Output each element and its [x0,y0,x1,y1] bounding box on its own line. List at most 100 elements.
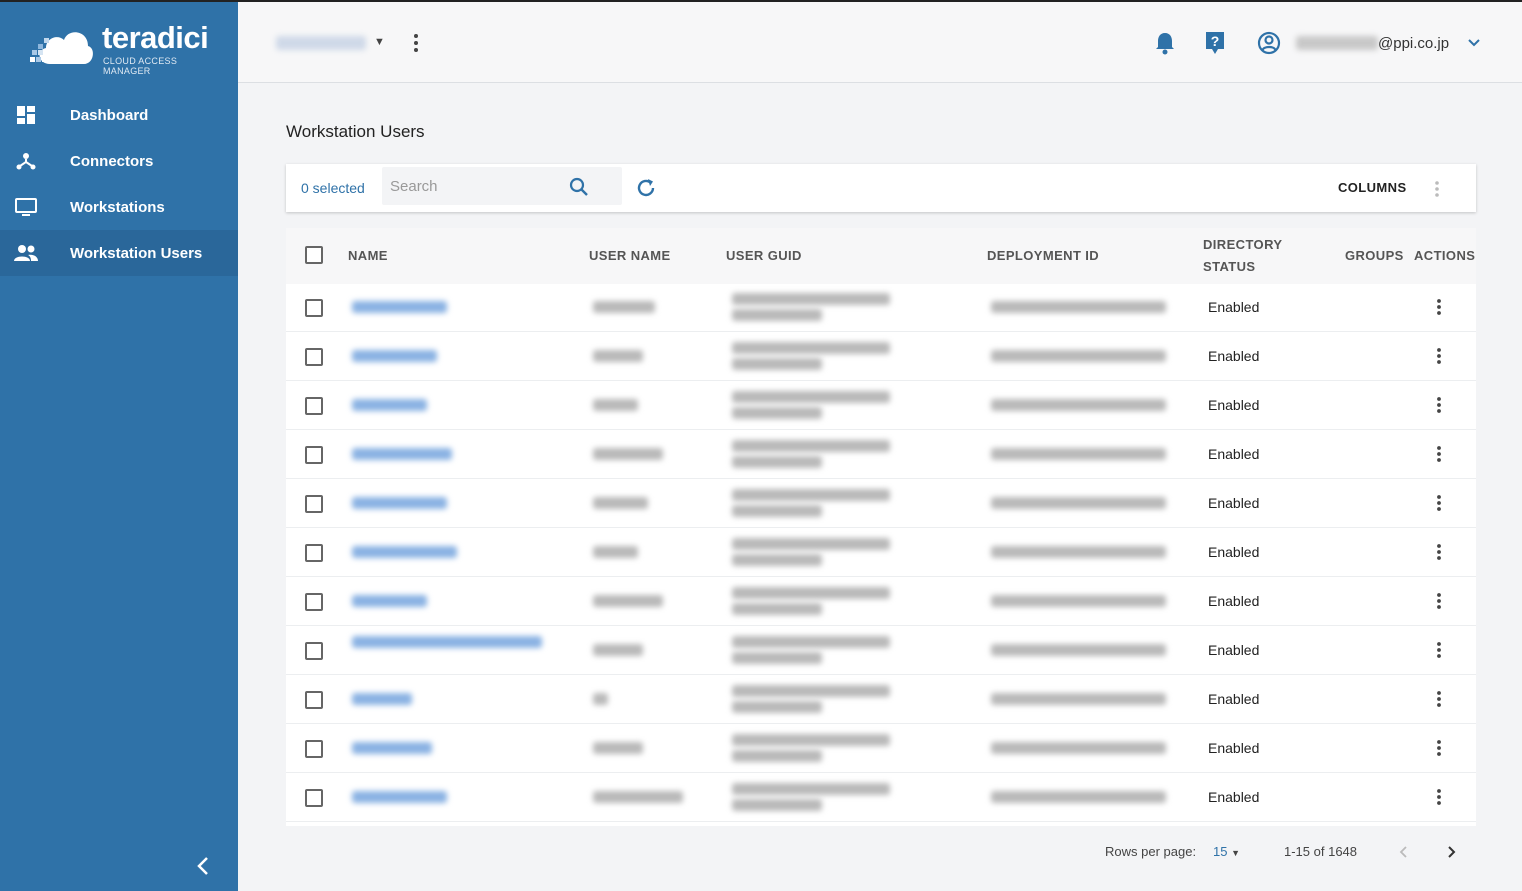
header-deployment-id[interactable]: DEPLOYMENT ID [987,248,1099,263]
row-actions-button[interactable] [1434,395,1444,415]
kebab-icon [414,34,418,52]
row-actions-button[interactable] [1434,787,1444,807]
user-email[interactable]: @ppi.co.jp [1296,30,1456,56]
redacted-user-guid [732,407,822,419]
user-name-link[interactable] [352,497,447,509]
refresh-button[interactable] [635,177,657,199]
svg-text:?: ? [1211,33,1220,49]
row-checkbox[interactable] [305,495,323,513]
kebab-icon [1437,593,1441,609]
bell-icon [1156,33,1174,55]
row-actions-button[interactable] [1434,640,1444,660]
redacted-user-guid [732,783,890,795]
redacted-user-guid [732,391,890,403]
directory-status: Enabled [1208,691,1260,707]
account-button[interactable] [1256,30,1282,56]
user-name-link[interactable] [352,595,427,607]
selected-count: 0 selected [301,180,365,196]
notifications-button[interactable] [1152,30,1178,56]
row-actions-button[interactable] [1434,297,1444,317]
directory-status: Enabled [1208,299,1260,315]
directory-status: Enabled [1208,397,1260,413]
caret-down-icon: ▼ [1231,848,1241,858]
row-actions-button[interactable] [1434,689,1444,709]
redacted-user-guid [732,554,822,566]
user-name-link[interactable] [352,399,427,411]
redacted-deployment-id [991,448,1166,460]
sidebar-item-label: Workstations [70,198,165,216]
users-table: NAME USER NAME USER GUID DEPLOYMENT ID D… [286,228,1476,826]
user-name-link[interactable] [352,636,542,648]
header-groups[interactable]: GROUPS [1345,248,1404,263]
row-checkbox[interactable] [305,642,323,660]
toolbar-more-button[interactable] [1432,179,1442,199]
teradici-logo[interactable]: teradici CLOUD ACCESS MANAGER [28,20,218,76]
user-name-link[interactable] [352,791,447,803]
user-name-link[interactable] [352,448,452,460]
organization-select[interactable]: ▼ [276,31,388,55]
header-directory-status[interactable]: DIRECTORY [1203,237,1282,252]
select-all-checkbox[interactable] [305,246,323,264]
row-checkbox[interactable] [305,691,323,709]
sidebar-item-workstations[interactable]: Workstations [0,184,238,230]
user-name-link[interactable] [352,742,432,754]
sidebar-item-connectors[interactable]: Connectors [0,138,238,184]
user-name-link[interactable] [352,301,447,313]
previous-page-button[interactable] [1394,842,1414,862]
row-checkbox[interactable] [305,299,323,317]
user-name-link[interactable] [352,693,412,705]
row-actions-button[interactable] [1434,444,1444,464]
redacted-user-guid [732,293,890,305]
directory-status: Enabled [1208,495,1260,511]
redacted-username [593,595,663,607]
columns-button[interactable]: COLUMNS [1338,180,1407,195]
row-checkbox[interactable] [305,397,323,415]
collapse-sidebar-button[interactable] [192,854,216,878]
caret-down-icon: ▼ [374,36,385,48]
kebab-icon [1437,397,1441,413]
sidebar-item-label: Connectors [70,152,154,170]
row-actions-button[interactable] [1434,591,1444,611]
header-user-guid[interactable]: USER GUID [726,248,802,263]
redacted-username [1296,36,1378,50]
kebab-icon [1437,642,1441,658]
page-title: Workstation Users [286,122,425,141]
sidebar-item-dashboard[interactable]: Dashboard [0,92,238,138]
users-icon [14,241,38,265]
user-menu-toggle[interactable] [1464,32,1484,52]
row-actions-button[interactable] [1434,738,1444,758]
redacted-user-guid [732,603,822,615]
table-row: Enabled [286,332,1476,381]
redacted-user-guid [732,489,890,501]
user-name-link[interactable] [352,350,437,362]
next-page-button[interactable] [1441,842,1461,862]
rows-per-page-value: 15 [1213,844,1228,859]
header-name[interactable]: NAME [348,248,388,263]
refresh-icon [637,179,655,197]
row-checkbox[interactable] [305,544,323,562]
sidebar-item-workstation-users[interactable]: Workstation Users [0,230,238,276]
row-checkbox[interactable] [305,740,323,758]
row-actions-button[interactable] [1434,346,1444,366]
user-name-link[interactable] [352,546,457,558]
user-email-domain: @ppi.co.jp [1378,35,1450,52]
redacted-username [593,693,608,705]
redacted-deployment-id [991,595,1166,607]
rows-per-page-label: Rows per page: [1105,844,1197,859]
more-options-button[interactable] [410,32,422,54]
redacted-user-guid [732,440,890,452]
header-directory-status-line2[interactable]: STATUS [1203,259,1255,274]
row-actions-button[interactable] [1434,493,1444,513]
redacted-deployment-id [991,497,1166,509]
row-actions-button[interactable] [1434,542,1444,562]
search-button[interactable] [569,177,589,197]
row-checkbox[interactable] [305,446,323,464]
header-user-name[interactable]: USER NAME [589,248,671,263]
search-input[interactable] [382,167,562,205]
rows-per-page-select[interactable]: 15 ▼ [1213,844,1240,859]
row-checkbox[interactable] [305,348,323,366]
row-checkbox[interactable] [305,789,323,807]
help-button[interactable]: ? [1202,30,1228,56]
redacted-user-guid [732,538,890,550]
row-checkbox[interactable] [305,593,323,611]
